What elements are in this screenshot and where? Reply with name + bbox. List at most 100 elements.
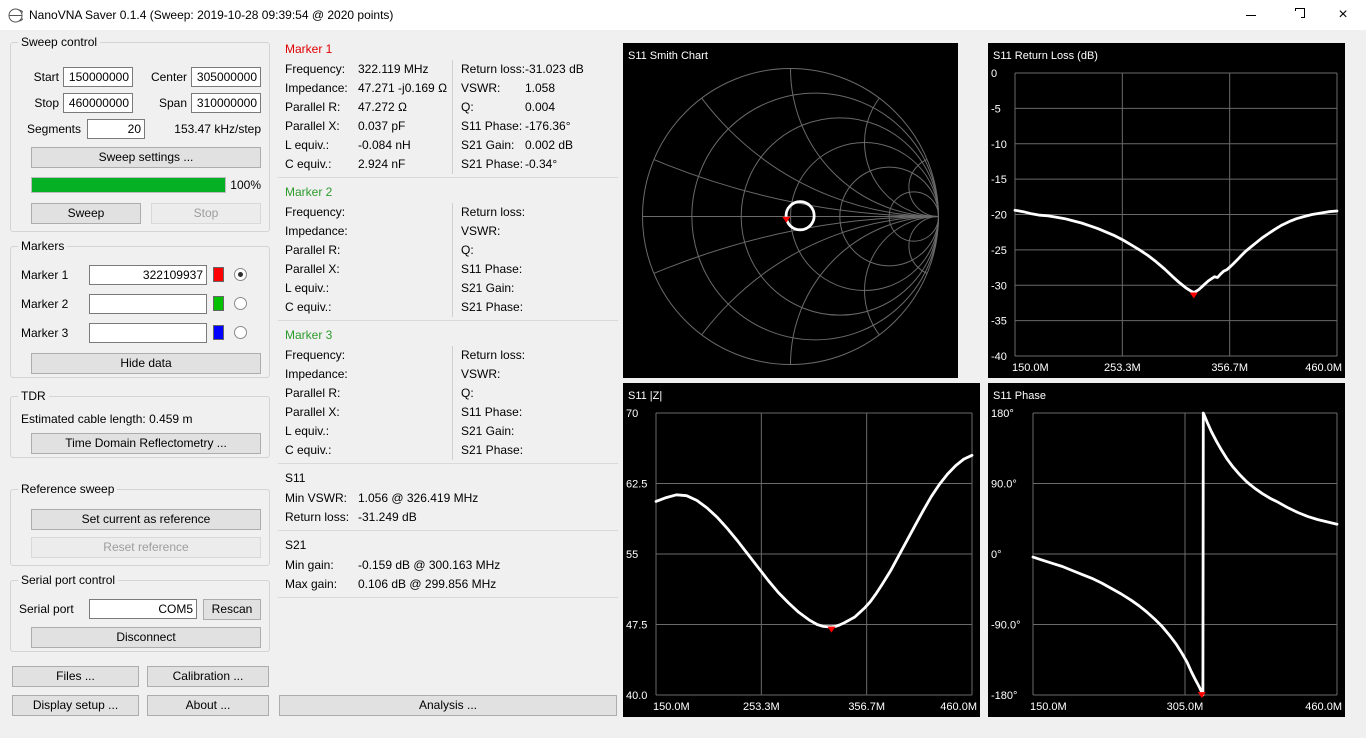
start-input[interactable] <box>63 67 133 87</box>
svg-text:-180°: -180° <box>991 690 1017 702</box>
rescan-button[interactable]: Rescan <box>203 599 261 620</box>
detail-value <box>358 384 452 403</box>
minimize-button[interactable] <box>1228 0 1274 30</box>
detail-label: S21 Gain: <box>461 281 515 295</box>
calibration-button[interactable]: Calibration ... <box>147 666 269 687</box>
s11-return-loss-chart[interactable]: 0 -5 -10 -15 -20 -25 -30 -35 -40 150.0M 253.3M 356.… <box>988 43 1345 378</box>
marker1-radio[interactable] <box>234 268 247 281</box>
marker2-radio[interactable] <box>234 297 247 310</box>
s21-min-gain-row: Min gain: -0.159 dB @ 300.163 MHz <box>278 556 618 575</box>
s11-info-section: S11 Min VSWR: 1.056 @ 326.419 MHz Return… <box>278 467 618 527</box>
detail-value: 0.002 dB <box>525 138 574 152</box>
detail-label: S21 Gain: <box>461 138 515 152</box>
marker2-frequency-input[interactable] <box>89 294 207 314</box>
s11-return-loss-row: Return loss: -31.249 dB <box>278 508 618 527</box>
sweep-progress-fill <box>32 178 225 192</box>
svg-text:70: 70 <box>626 408 638 420</box>
marker-2-details-section: Marker 2 Frequency: Return loss: Impedance:… <box>278 181 618 317</box>
marker-detail-row: Parallel R: Q: <box>278 241 618 260</box>
segments-input[interactable] <box>87 119 145 139</box>
titlebar[interactable]: NanoVNA Saver 0.1.4 (Sweep: 2019-10-28 0… <box>0 0 1366 30</box>
svg-text:150.0M: 150.0M <box>1030 701 1067 713</box>
detail-label: S21 Phase: <box>461 157 524 171</box>
marker3-radio[interactable] <box>234 326 247 339</box>
detail-value <box>358 222 452 241</box>
detail-value <box>525 403 618 422</box>
s11-z-chart[interactable]: 70 62.5 55 47.5 40.0 150.0M 253.3M 356.7M 460.0M… <box>623 383 980 717</box>
serial-port-title: Serial port control <box>18 573 119 588</box>
files-button[interactable]: Files ... <box>12 666 139 687</box>
detail-right-cell: S21 Phase: -0.34° <box>452 155 618 174</box>
span-input[interactable] <box>191 93 261 113</box>
detail-value: -176.36° <box>525 119 571 133</box>
marker3-color-swatch <box>213 325 224 340</box>
svg-text:460.0M: 460.0M <box>940 701 977 713</box>
tdr-group: TDR Estimated cable length: 0.459 m Time… <box>10 389 270 458</box>
svg-text:S11 |Z|: S11 |Z| <box>628 390 662 402</box>
detail-right-cell: S11 Phase: -176.36° <box>452 117 618 136</box>
detail-label: Q: <box>461 386 474 400</box>
sweep-progress-bar <box>31 177 226 193</box>
detail-value: 0.004 <box>525 100 556 114</box>
detail-label: Frequency: <box>285 62 346 76</box>
cable-length-text: Estimated cable length: 0.459 m <box>21 412 193 426</box>
marker-detail-row: L equiv.: S21 Gain: <box>278 279 618 298</box>
stop-input[interactable] <box>63 93 133 113</box>
detail-label: Impedance: <box>285 367 348 381</box>
markers-title: Markers <box>18 239 68 254</box>
sweep-settings-button[interactable]: Sweep settings ... <box>31 147 261 168</box>
serial-port-input[interactable] <box>89 599 197 619</box>
marker-detail-row: C equiv.: S21 Phase: <box>278 441 618 460</box>
detail-label: Return loss: <box>461 205 526 219</box>
reference-sweep-title: Reference sweep <box>18 482 118 497</box>
analysis-button[interactable]: Analysis ... <box>279 695 617 716</box>
detail-label: Frequency: <box>285 205 346 219</box>
about-button[interactable]: About ... <box>147 695 269 716</box>
display-setup-button[interactable]: Display setup ... <box>12 695 139 716</box>
detail-label: VSWR: <box>461 367 501 381</box>
marker-detail-row: L equiv.: S21 Gain: <box>278 422 618 441</box>
restore-button[interactable] <box>1274 0 1320 30</box>
s11-min-vswr-row: Min VSWR: 1.056 @ 326.419 MHz <box>278 489 618 508</box>
marker1-color-swatch <box>213 267 224 282</box>
set-reference-button[interactable]: Set current as reference <box>31 509 261 530</box>
tdr-button[interactable]: Time Domain Reflectometry ... <box>31 433 261 454</box>
svg-text:62.5: 62.5 <box>626 479 647 491</box>
svg-text:S11 Smith Chart: S11 Smith Chart <box>628 50 708 62</box>
close-icon: × <box>1338 6 1348 23</box>
detail-right-cell: Return loss: -31.023 dB <box>452 60 618 79</box>
section-separator <box>278 463 618 464</box>
marker-detail-row: Frequency: Return loss: <box>278 346 618 365</box>
svg-text:253.3M: 253.3M <box>1104 362 1141 374</box>
detail-value <box>525 422 618 441</box>
s11-phase-chart[interactable]: 180° 90.0° 0° -90.0° -180° 150.0M 305.0M 460.0M… <box>988 383 1345 717</box>
close-button[interactable]: × <box>1320 0 1366 30</box>
detail-value <box>525 384 618 403</box>
segments-label: Segments <box>26 122 81 136</box>
detail-label: Parallel X: <box>285 262 340 276</box>
info-value: -0.159 dB @ 300.163 MHz <box>358 558 501 572</box>
svg-text:356.7M: 356.7M <box>848 701 885 713</box>
center-input[interactable] <box>191 67 261 87</box>
info-label: Min gain: <box>285 558 334 572</box>
svg-text:55: 55 <box>626 549 638 561</box>
reset-reference-button[interactable]: Reset reference <box>31 537 261 558</box>
detail-value: 1.058 <box>525 81 556 95</box>
detail-value: 47.271 -j0.169 Ω <box>358 81 448 95</box>
detail-label: Return loss: <box>461 62 526 76</box>
s11-smith-chart[interactable]: S11 Smith Chart <box>623 43 958 378</box>
detail-label: L equiv.: <box>285 424 330 438</box>
marker1-frequency-input[interactable] <box>89 265 207 285</box>
section-separator <box>278 320 618 321</box>
detail-label: S21 Gain: <box>461 424 515 438</box>
marker3-frequency-input[interactable] <box>89 323 207 343</box>
sweep-button[interactable]: Sweep <box>31 203 141 224</box>
hide-data-button[interactable]: Hide data <box>31 353 261 374</box>
disconnect-button[interactable]: Disconnect <box>31 627 261 648</box>
stop-button[interactable]: Stop <box>151 203 261 224</box>
marker2-color-swatch <box>213 296 224 311</box>
detail-label: C equiv.: <box>285 157 332 171</box>
s21-info-section: S21 Min gain: -0.159 dB @ 300.163 MHz Ma… <box>278 534 618 594</box>
svg-text:-5: -5 <box>991 103 1001 115</box>
info-label: Return loss: <box>285 510 350 524</box>
